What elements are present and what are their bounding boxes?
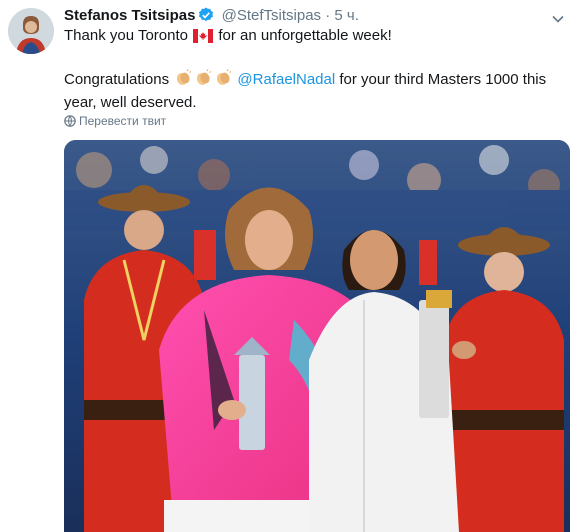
chevron-down-icon[interactable]	[551, 12, 565, 26]
tweet-line-1-text: Thank you Toronto	[64, 27, 188, 44]
tweet-timestamp[interactable]: 5 ч.	[334, 7, 359, 24]
clapping-hands-icon	[174, 69, 192, 93]
tweet-line-2: Congratulations @RafaelNadal for your th…	[64, 69, 565, 113]
clapping-hands-icon	[194, 69, 212, 93]
translate-label: Перевести твит	[79, 114, 167, 128]
clapping-hands-icon	[214, 69, 232, 93]
author-avatar[interactable]	[8, 8, 54, 54]
author-handle[interactable]: @StefTsitsipas	[222, 7, 321, 24]
tweet-text: Thank you Toronto for an unforgettable w…	[64, 26, 565, 113]
author-name[interactable]: Stefanos Tsitsipas	[64, 7, 195, 24]
tweet-line-2-before: Congratulations	[64, 71, 170, 88]
tweet-photo[interactable]	[64, 140, 570, 532]
translate-tweet-link[interactable]: Перевести твит	[64, 113, 166, 129]
globe-icon	[64, 115, 76, 127]
canada-flag-icon	[193, 29, 214, 49]
mention-link[interactable]: @RafaelNadal	[237, 71, 335, 88]
separator-dot: ·	[325, 7, 331, 24]
tweet-line-1-after: for an unforgettable week!	[218, 27, 392, 44]
tweet-line-1: Thank you Toronto for an unforgettable w…	[64, 26, 565, 49]
